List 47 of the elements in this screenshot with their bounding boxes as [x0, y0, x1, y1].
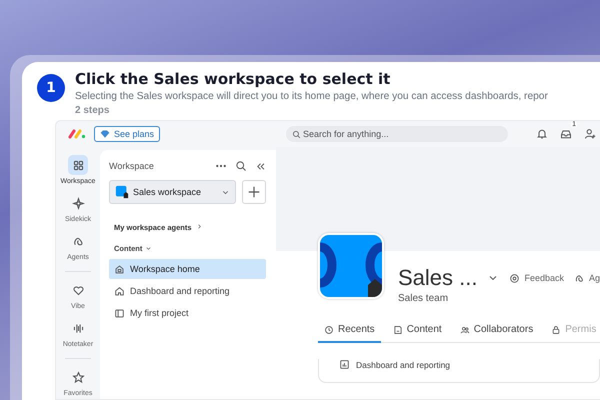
- people-icon: [460, 324, 470, 334]
- panel-nav-item[interactable]: Workspace home: [109, 259, 266, 279]
- tab[interactable]: Recents: [318, 324, 381, 343]
- lock-icon: [551, 324, 562, 334]
- recent-item[interactable]: Dashboard and reporting: [339, 359, 599, 370]
- chart-icon: [339, 359, 350, 370]
- step-number: 1: [37, 74, 65, 102]
- search-field[interactable]: Search for anything...: [286, 126, 508, 142]
- workspace-icon: [115, 185, 129, 199]
- inbox-icon: [560, 128, 572, 140]
- waveform-icon: [72, 322, 84, 334]
- feedback-icon: [509, 272, 520, 284]
- agent-icon: [574, 272, 585, 284]
- tab[interactable]: Content: [386, 324, 448, 343]
- document-icon: [392, 324, 403, 334]
- search-icon: [292, 130, 302, 139]
- step-count: 2 steps: [75, 105, 110, 116]
- panel-nav-item[interactable]: Dashboard and reporting: [109, 281, 266, 301]
- chevron-right-icon: [196, 223, 203, 230]
- workspace-title: Sales ...: [398, 265, 478, 291]
- diamond-icon: [100, 129, 110, 139]
- panel-title: Workspace: [109, 161, 155, 171]
- action-button[interactable]: Feedback: [509, 272, 564, 284]
- chevron-down-icon: [145, 245, 152, 252]
- plus-icon: [247, 185, 261, 199]
- house-icon: [114, 286, 125, 296]
- person-add-icon: [584, 128, 596, 140]
- step-description: Selecting the Sales workspace will direct you to its home page, where you can access dashboards, repor: [75, 91, 548, 102]
- heart-icon: [72, 284, 84, 296]
- home-icon: [114, 264, 125, 274]
- board-icon: [114, 308, 125, 318]
- workspace-dropdown[interactable]: Sales workspace: [109, 180, 236, 204]
- grid-icon: [72, 158, 84, 172]
- bell-icon: [536, 128, 548, 140]
- step-title: Click the Sales workspace to select it: [75, 70, 392, 88]
- action-button[interactable]: Ag: [574, 272, 600, 284]
- sparkle-icon: [72, 196, 84, 210]
- star-icon: [72, 370, 84, 384]
- panel-nav-item[interactable]: My first project: [109, 303, 266, 323]
- see-plans-button[interactable]: See plans: [94, 126, 160, 142]
- history-icon: [324, 324, 334, 334]
- collapse-icon: [255, 160, 266, 172]
- tab[interactable]: Collaborators: [454, 324, 540, 343]
- workspace-subtitle: Sales team: [398, 293, 450, 304]
- search-icon: [235, 160, 247, 172]
- logo-icon: [68, 129, 86, 139]
- add-button[interactable]: [242, 180, 266, 204]
